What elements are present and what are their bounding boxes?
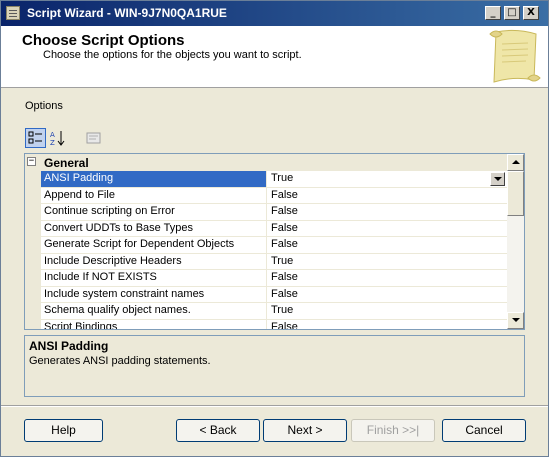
property-row[interactable]: Convert UDDTs to Base Types False xyxy=(25,220,507,237)
maximize-button[interactable]: □ xyxy=(504,6,520,20)
property-name[interactable]: Schema qualify object names. xyxy=(41,303,267,319)
property-rows: ANSI Padding True Append to File False C… xyxy=(25,171,507,330)
description-text: Generates ANSI padding statements. xyxy=(29,355,211,367)
svg-text:A: A xyxy=(50,131,55,139)
property-row[interactable]: Include system constraint names False xyxy=(25,286,507,303)
property-value[interactable]: False xyxy=(267,320,507,330)
property-value[interactable]: True xyxy=(267,171,507,187)
property-row[interactable]: Schema qualify object names. True xyxy=(25,303,507,320)
property-name[interactable]: ANSI Padding xyxy=(41,171,267,187)
page-subtitle: Choose the options for the objects you w… xyxy=(43,49,302,61)
property-value[interactable]: True xyxy=(267,303,507,319)
property-value[interactable]: False xyxy=(267,188,507,204)
property-name[interactable]: Generate Script for Dependent Objects xyxy=(41,237,267,253)
property-value-text: True xyxy=(271,172,294,184)
description-title: ANSI Padding xyxy=(29,339,109,353)
footer-separator xyxy=(1,405,548,407)
property-value[interactable]: False xyxy=(267,287,507,303)
minimize-button[interactable]: _ xyxy=(485,6,501,20)
property-row[interactable]: Include Descriptive Headers True xyxy=(25,253,507,270)
property-value[interactable]: True xyxy=(267,254,507,270)
vertical-scrollbar[interactable] xyxy=(507,154,524,329)
category-label: General xyxy=(44,156,89,170)
property-row[interactable]: Generate Script for Dependent Objects Fa… xyxy=(25,237,507,254)
scrollbar-thumb[interactable] xyxy=(507,171,524,216)
property-pages-icon xyxy=(86,132,101,144)
categorized-icon xyxy=(28,131,42,144)
property-name[interactable]: Include Descriptive Headers xyxy=(41,253,267,269)
cancel-button[interactable]: Cancel xyxy=(442,419,526,442)
scroll-illustration-icon xyxy=(489,29,541,83)
close-button[interactable]: X xyxy=(523,6,539,20)
property-value[interactable]: False xyxy=(267,221,507,237)
property-name[interactable]: Continue scripting on Error xyxy=(41,204,267,220)
dropdown-arrow-icon[interactable] xyxy=(490,172,505,186)
property-value[interactable]: False xyxy=(267,237,507,253)
property-name[interactable]: Append to File xyxy=(41,187,267,203)
alphabetical-icon: A Z xyxy=(50,131,65,147)
property-pages-button[interactable] xyxy=(83,128,104,148)
property-name[interactable]: Include If NOT EXISTS xyxy=(41,270,267,286)
property-name[interactable]: Convert UDDTs to Base Types xyxy=(41,220,267,236)
back-button[interactable]: < Back xyxy=(176,419,260,442)
categorized-button[interactable] xyxy=(25,128,46,148)
property-row[interactable]: Continue scripting on Error False xyxy=(25,204,507,221)
property-row[interactable]: ANSI Padding True xyxy=(25,171,507,188)
property-row[interactable]: Include If NOT EXISTS False xyxy=(25,270,507,287)
property-value[interactable]: False xyxy=(267,204,507,220)
svg-text:Z: Z xyxy=(50,139,55,147)
property-grid: − General ANSI Padding True Append to Fi… xyxy=(24,153,525,330)
options-label: Options xyxy=(25,100,63,112)
category-row-general[interactable]: − General xyxy=(25,154,507,171)
title-bar[interactable]: Script Wizard - WIN-9J7N0QA1RUE _ □ X xyxy=(1,1,548,26)
wizard-header: Choose Script Options Choose the options… xyxy=(1,26,548,88)
property-value[interactable]: False xyxy=(267,270,507,286)
property-name[interactable]: Include system constraint names xyxy=(41,286,267,302)
scroll-down-icon[interactable] xyxy=(507,312,524,329)
property-row[interactable]: Append to File False xyxy=(25,187,507,204)
property-row[interactable]: Script Bindings False xyxy=(25,319,507,330)
description-panel: ANSI Padding Generates ANSI padding stat… xyxy=(24,335,525,397)
property-name[interactable]: Script Bindings xyxy=(41,319,267,329)
app-icon xyxy=(6,6,20,20)
script-wizard-window: Script Wizard - WIN-9J7N0QA1RUE _ □ X Ch… xyxy=(0,0,549,457)
next-button[interactable]: Next > xyxy=(263,419,347,442)
help-button[interactable]: Help xyxy=(24,419,103,442)
collapse-toggle-icon[interactable]: − xyxy=(27,157,36,166)
scroll-up-icon[interactable] xyxy=(507,154,524,171)
window-title: Script Wizard - WIN-9J7N0QA1RUE xyxy=(27,6,227,20)
finish-button[interactable]: Finish >>| xyxy=(351,419,435,442)
alphabetical-button[interactable]: A Z xyxy=(47,128,68,148)
page-title: Choose Script Options xyxy=(22,32,185,49)
